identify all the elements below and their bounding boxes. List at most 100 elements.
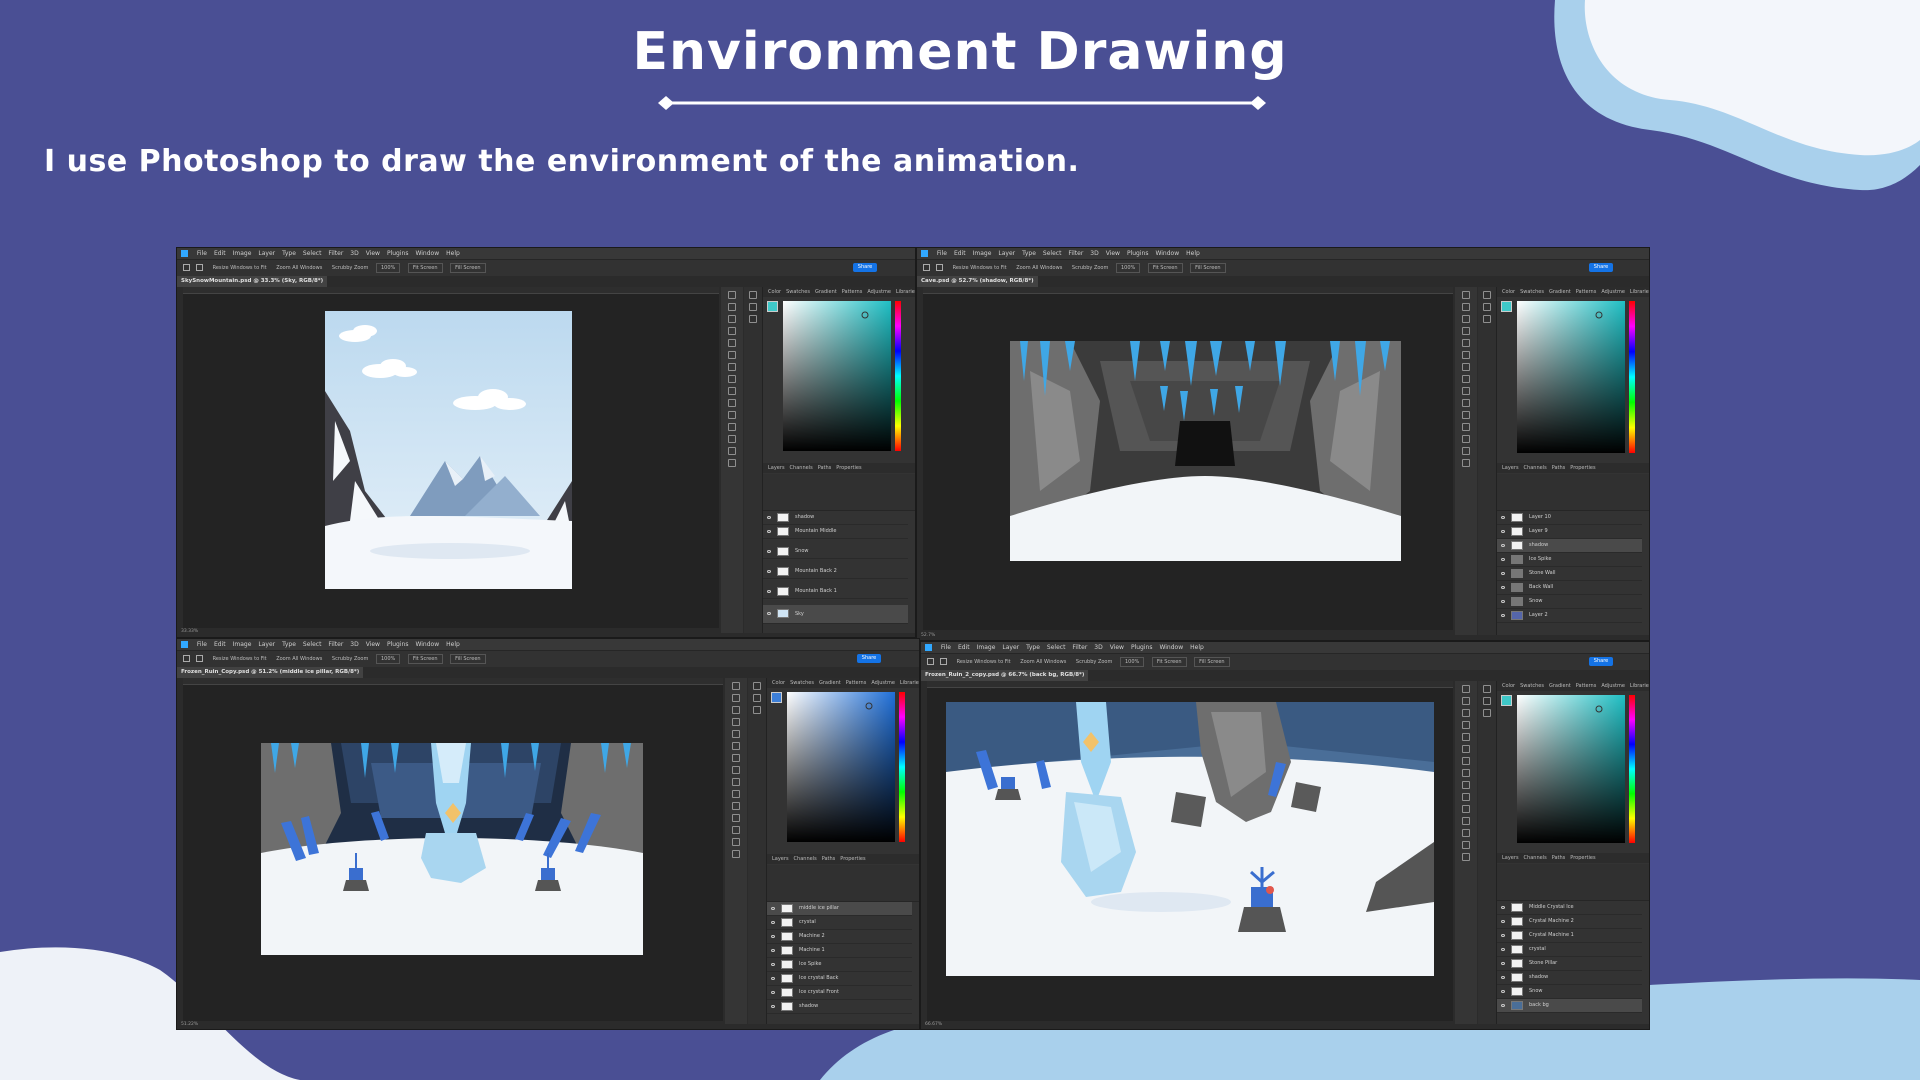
menu-file[interactable]: File: [937, 250, 947, 257]
history-icon[interactable]: [753, 682, 761, 690]
menu-help[interactable]: Help: [1190, 644, 1204, 651]
menu-file[interactable]: File: [197, 641, 207, 648]
history-icon[interactable]: [1483, 685, 1491, 693]
adjust-icon[interactable]: [1483, 315, 1491, 323]
menu-view[interactable]: View: [366, 250, 380, 257]
layer-row[interactable]: Layer 10: [1497, 511, 1642, 525]
zoom-all-checkbox[interactable]: Zoom All Windows: [276, 265, 322, 271]
brush-tool-icon[interactable]: [728, 375, 736, 383]
magic-wand-icon[interactable]: [1462, 721, 1470, 729]
menu-select[interactable]: Select: [1043, 250, 1062, 257]
canvas-area[interactable]: [183, 294, 719, 628]
resize-windows-checkbox[interactable]: Resize Windows to Fit: [957, 659, 1011, 665]
pen-tool-icon[interactable]: [728, 423, 736, 431]
hand-tool-icon[interactable]: [728, 447, 736, 455]
menu-plugins[interactable]: Plugins: [1131, 644, 1153, 651]
canvas-area[interactable]: [183, 685, 723, 1021]
stamp-tool-icon[interactable]: [1462, 387, 1470, 395]
eye-icon[interactable]: [767, 530, 771, 533]
menu-window[interactable]: Window: [415, 641, 439, 648]
menu-plugins[interactable]: Plugins: [1127, 250, 1149, 257]
zoom-100-button[interactable]: 100%: [375, 262, 401, 273]
eye-icon[interactable]: [1501, 962, 1505, 965]
share-button[interactable]: Share: [1589, 657, 1613, 666]
gradient-tool-icon[interactable]: [728, 411, 736, 419]
color-picker[interactable]: [1517, 301, 1637, 453]
layer-row[interactable]: middle ice pillar: [767, 902, 912, 916]
zoom-100-button[interactable]: 100%: [1119, 656, 1145, 667]
menu-view[interactable]: View: [366, 641, 380, 648]
eye-icon[interactable]: [1501, 976, 1505, 979]
gradient-tool-icon[interactable]: [732, 802, 740, 810]
eye-icon[interactable]: [771, 963, 775, 966]
layer-row[interactable]: crystal: [767, 916, 912, 930]
crop-tool-icon[interactable]: [728, 339, 736, 347]
canvas-area[interactable]: [927, 688, 1453, 1021]
layer-row[interactable]: Layer 9: [1497, 525, 1642, 539]
menu-type[interactable]: Type: [1022, 250, 1036, 257]
marquee-tool-icon[interactable]: [728, 303, 736, 311]
history-icon[interactable]: [1483, 291, 1491, 299]
home-icon[interactable]: [927, 658, 934, 665]
canvas-area[interactable]: [923, 294, 1453, 630]
share-button[interactable]: Share: [857, 654, 881, 663]
menu-view[interactable]: View: [1106, 250, 1120, 257]
marquee-tool-icon[interactable]: [1462, 697, 1470, 705]
layer-row[interactable]: shadow: [763, 511, 908, 525]
menu-edit[interactable]: Edit: [214, 641, 226, 648]
zoom-all-checkbox[interactable]: Zoom All Windows: [276, 656, 322, 662]
document-tab[interactable]: Frozen_Ruin_2_copy.psd @ 66.7% (back bg,…: [921, 670, 1089, 681]
eye-icon[interactable]: [767, 516, 771, 519]
menu-file[interactable]: File: [941, 644, 951, 651]
menu-3d[interactable]: 3D: [350, 641, 358, 648]
menu-plugins[interactable]: Plugins: [387, 250, 409, 257]
layer-row[interactable]: Snow: [1497, 985, 1642, 999]
layer-row[interactable]: shadow: [767, 1000, 912, 1014]
scrubby-zoom-checkbox[interactable]: Scrubby Zoom: [332, 265, 368, 271]
menu-image[interactable]: Image: [973, 250, 992, 257]
home-icon[interactable]: [183, 655, 190, 662]
hand-tool-icon[interactable]: [1462, 841, 1470, 849]
lasso-tool-icon[interactable]: [732, 706, 740, 714]
scrubby-zoom-checkbox[interactable]: Scrubby Zoom: [332, 656, 368, 662]
menu-window[interactable]: Window: [1159, 644, 1183, 651]
layer-row[interactable]: Stone Wall: [1497, 567, 1642, 581]
stamp-tool-icon[interactable]: [732, 778, 740, 786]
marquee-tool-icon[interactable]: [1462, 303, 1470, 311]
eye-icon[interactable]: [771, 907, 775, 910]
eraser-tool-icon[interactable]: [732, 790, 740, 798]
zoom-tool-icon[interactable]: [728, 459, 736, 467]
fill-screen-button[interactable]: Fill Screen: [1190, 262, 1226, 273]
layer-row[interactable]: Mountain Middle: [763, 525, 908, 539]
foreground-color-swatch[interactable]: [1501, 695, 1512, 706]
eye-icon[interactable]: [1501, 544, 1505, 547]
eye-icon[interactable]: [1501, 586, 1505, 589]
zoom-tool-icon[interactable]: [1462, 853, 1470, 861]
color-picker[interactable]: [787, 692, 907, 842]
menu-filter[interactable]: Filter: [1072, 644, 1087, 651]
eyedropper-icon[interactable]: [732, 742, 740, 750]
gradient-tool-icon[interactable]: [1462, 805, 1470, 813]
type-tool-icon[interactable]: [1462, 435, 1470, 443]
menu-filter[interactable]: Filter: [1068, 250, 1083, 257]
layer-row[interactable]: Stone Pillar: [1497, 957, 1642, 971]
menu-layer[interactable]: Layer: [258, 250, 275, 257]
fit-screen-button[interactable]: Fit Screen: [407, 262, 443, 273]
eye-icon[interactable]: [1501, 948, 1505, 951]
eye-icon[interactable]: [1501, 558, 1505, 561]
menu-window[interactable]: Window: [415, 250, 439, 257]
adjust-icon[interactable]: [1483, 709, 1491, 717]
crop-tool-icon[interactable]: [1462, 339, 1470, 347]
zoom-all-checkbox[interactable]: Zoom All Windows: [1016, 265, 1062, 271]
eyedropper-icon[interactable]: [728, 351, 736, 359]
healing-brush-icon[interactable]: [1462, 757, 1470, 765]
menu-edit[interactable]: Edit: [214, 250, 226, 257]
zoom-100-button[interactable]: 100%: [1115, 262, 1141, 273]
magic-wand-icon[interactable]: [728, 327, 736, 335]
hand-tool-icon[interactable]: [732, 838, 740, 846]
menu-select[interactable]: Select: [303, 250, 322, 257]
eye-icon[interactable]: [767, 590, 771, 593]
menu-image[interactable]: Image: [977, 644, 996, 651]
eye-icon[interactable]: [1501, 934, 1505, 937]
move-tool-icon[interactable]: [1462, 685, 1470, 693]
